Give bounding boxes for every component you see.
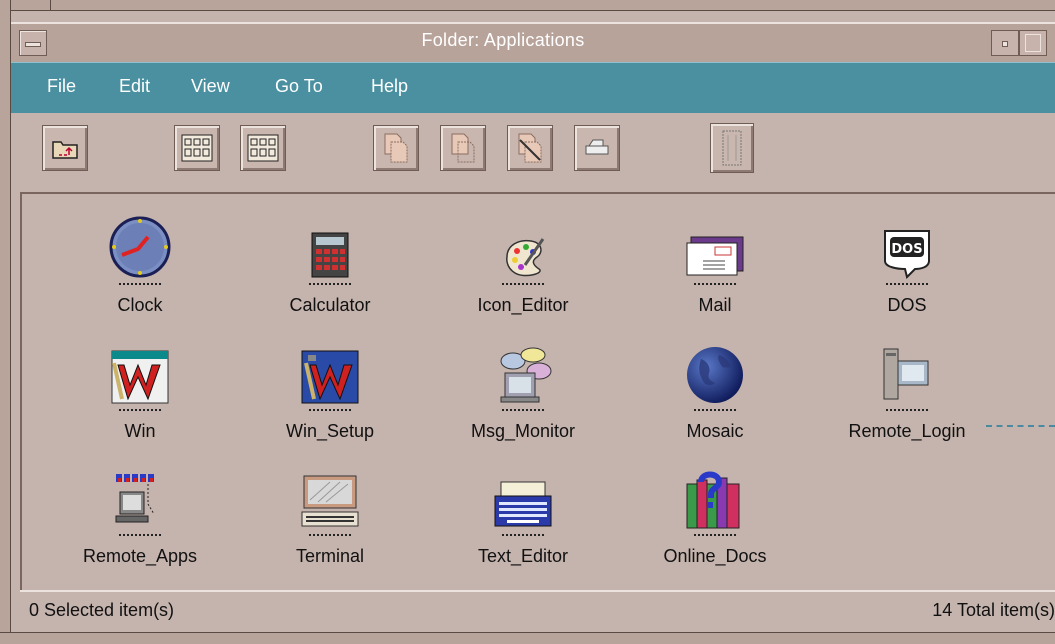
globe-icon xyxy=(687,347,743,403)
message-monitor-icon xyxy=(500,347,552,403)
item-dots xyxy=(694,534,736,540)
item-label: Calculator xyxy=(289,295,371,315)
app-item-win[interactable]: Win xyxy=(65,341,215,442)
copy-icon xyxy=(384,133,408,163)
view-small-icon xyxy=(247,134,279,162)
svg-text:DOS: DOS xyxy=(891,242,922,257)
item-label: Online_Docs xyxy=(663,546,767,566)
toolbar xyxy=(11,113,1055,189)
windows-setup-icon xyxy=(301,350,359,404)
view-large-button[interactable] xyxy=(174,125,220,171)
item-label: Win_Setup xyxy=(285,421,375,441)
app-item-msg-monitor[interactable]: Msg_Monitor xyxy=(448,341,598,442)
item-dots xyxy=(502,409,544,415)
status-bar: 0 Selected item(s) 14 Total item(s) xyxy=(11,596,1055,626)
app-item-calculator[interactable]: Calculator xyxy=(255,215,405,316)
minimize-button[interactable] xyxy=(991,30,1019,56)
remote-login-icon xyxy=(883,348,929,400)
item-dots xyxy=(886,283,928,289)
selected-count: 0 Selected item(s) xyxy=(29,600,175,620)
copy-outline-icon xyxy=(451,133,475,163)
remote-apps-icon xyxy=(115,474,155,523)
app-item-online-docs[interactable]: Online_Docs xyxy=(640,466,790,567)
menu-file-label: File xyxy=(47,76,77,96)
item-dots xyxy=(502,534,544,540)
folder-up-button[interactable] xyxy=(42,125,88,171)
item-dots xyxy=(886,409,928,415)
app-item-remote-login[interactable]: Remote_Login xyxy=(832,341,982,442)
app-item-win-setup[interactable]: Win_Setup xyxy=(255,341,405,442)
menu-edit[interactable]: Edit xyxy=(119,76,150,97)
menu-goto-label: Go To xyxy=(275,76,323,96)
trash-icon xyxy=(722,130,742,166)
typewriter-icon xyxy=(494,481,552,527)
menu-view[interactable]: View xyxy=(191,76,230,97)
app-item-dos[interactable]: DOS DOS xyxy=(832,215,982,316)
trash-button[interactable] xyxy=(710,123,754,173)
connector-line xyxy=(986,425,1055,427)
terminal-icon xyxy=(301,475,359,527)
item-dots xyxy=(119,283,161,289)
menu-bar: File Edit View Go To Help xyxy=(11,62,1055,114)
menu-help-label: Help xyxy=(371,76,409,96)
app-window: Folder: Applications File Edit View Go T… xyxy=(0,0,1055,644)
item-dots xyxy=(502,283,544,289)
item-label: Icon_Editor xyxy=(477,295,569,315)
mail-icon xyxy=(686,236,744,276)
menu-goto[interactable]: Go To xyxy=(275,76,323,97)
window-title: Folder: Applications xyxy=(421,30,585,50)
windows-w-icon xyxy=(111,350,169,404)
window-frame-bottom[interactable] xyxy=(0,632,1055,644)
print-button[interactable] xyxy=(574,125,620,171)
window-frame-left[interactable] xyxy=(0,0,11,643)
item-dots xyxy=(309,283,351,289)
app-item-mosaic[interactable]: Mosaic xyxy=(640,341,790,442)
app-item-terminal[interactable]: Terminal xyxy=(255,466,405,567)
menu-view-label: View xyxy=(191,76,230,96)
app-item-remote-apps[interactable]: Remote_Apps xyxy=(65,466,215,567)
item-dots xyxy=(309,409,351,415)
app-item-text-editor[interactable]: Text_Editor xyxy=(448,466,598,567)
print-icon xyxy=(585,139,609,155)
palette-icon xyxy=(506,238,545,277)
clock-icon xyxy=(109,216,171,278)
calculator-icon xyxy=(311,232,349,278)
menu-help[interactable]: Help xyxy=(371,76,408,97)
item-label: Mosaic xyxy=(686,421,744,441)
item-label: Text_Editor xyxy=(477,546,569,566)
item-label: Clock xyxy=(117,295,163,315)
menu-file[interactable]: File xyxy=(47,76,76,97)
view-small-button[interactable] xyxy=(240,125,286,171)
copy-button[interactable] xyxy=(373,125,419,171)
item-label: Win xyxy=(124,421,156,441)
item-label: Remote_Apps xyxy=(82,546,198,566)
item-dots xyxy=(119,534,161,540)
item-label: Msg_Monitor xyxy=(470,421,576,441)
total-count: 14 Total item(s) xyxy=(932,600,1055,620)
app-item-clock[interactable]: Clock xyxy=(65,215,215,316)
app-item-icon-editor[interactable]: Icon_Editor xyxy=(448,215,598,316)
delete-doc-icon xyxy=(518,133,542,163)
copy-outline-button[interactable] xyxy=(440,125,486,171)
window-frame-top[interactable] xyxy=(0,0,1055,11)
view-large-icon xyxy=(181,134,213,162)
folder-up-icon xyxy=(52,141,78,159)
title-bar[interactable]: Folder: Applications xyxy=(11,22,1055,64)
maximize-button[interactable] xyxy=(1019,30,1047,56)
item-dots xyxy=(309,534,351,540)
menu-edit-label: Edit xyxy=(119,76,151,96)
dos-icon: DOS xyxy=(884,230,930,279)
item-dots xyxy=(694,409,736,415)
item-label: DOS xyxy=(887,295,927,315)
item-label: Terminal xyxy=(295,546,365,566)
app-item-mail[interactable]: Mail xyxy=(640,215,790,316)
online-docs-icon xyxy=(686,471,740,529)
item-dots xyxy=(119,409,161,415)
delete-doc-button[interactable] xyxy=(507,125,553,171)
item-label: Mail xyxy=(698,295,732,315)
item-label: Remote_Login xyxy=(848,421,966,441)
item-dots xyxy=(694,283,736,289)
pane-bottom-edge xyxy=(20,590,1055,592)
